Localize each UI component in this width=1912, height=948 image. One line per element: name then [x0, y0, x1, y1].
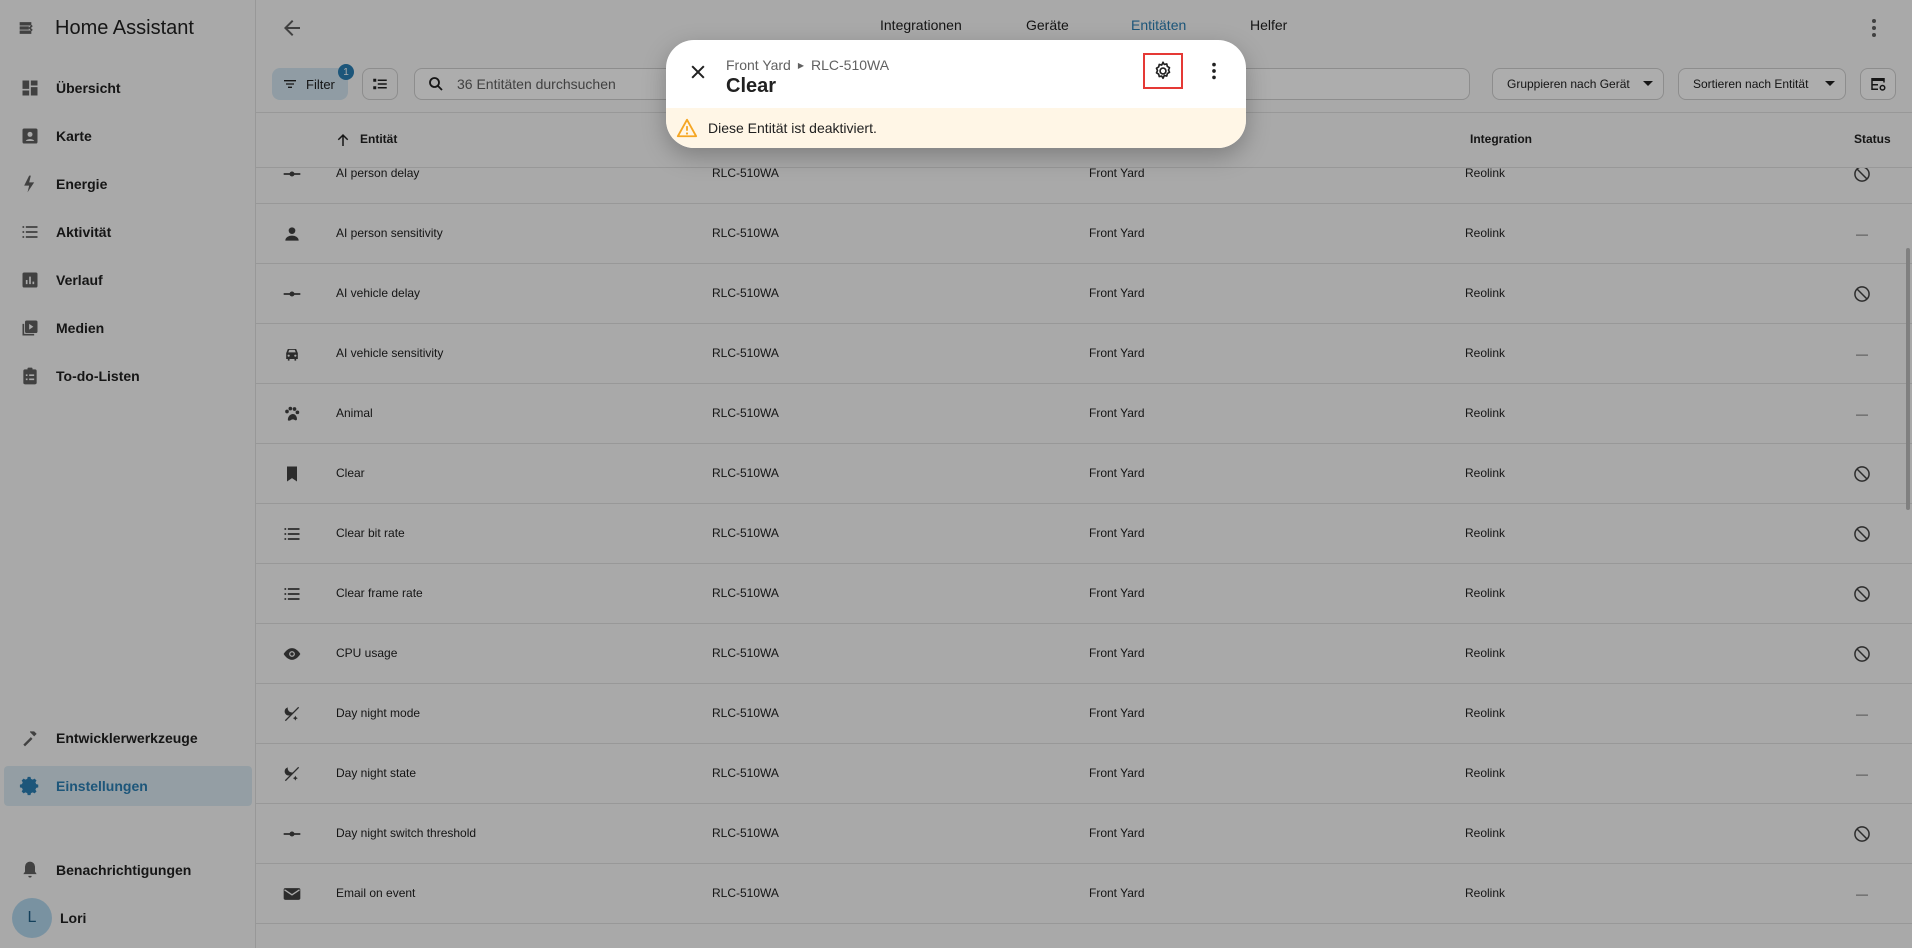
alert-triangle-icon [676, 118, 698, 138]
more-options-button[interactable] [1202, 59, 1226, 83]
breadcrumb-separator-icon: ▶ [797, 60, 805, 70]
entity-settings-button[interactable] [1143, 53, 1183, 89]
more-vertical-icon [1212, 62, 1216, 80]
breadcrumb-device: RLC-510WA [811, 57, 890, 73]
cog-outline-icon [1155, 61, 1171, 80]
close-icon [691, 65, 705, 79]
breadcrumb: Front Yard ▶ RLC-510WA [726, 57, 889, 73]
close-button[interactable] [686, 60, 710, 84]
breadcrumb-area: Front Yard [726, 57, 791, 73]
warning-banner: Diese Entität ist deaktiviert. [666, 108, 1246, 148]
warning-text: Diese Entität ist deaktiviert. [708, 120, 877, 136]
dialog-title: Clear [726, 75, 777, 97]
entity-dialog: Front Yard ▶ RLC-510WA Clear Diese Entit… [666, 40, 1246, 148]
